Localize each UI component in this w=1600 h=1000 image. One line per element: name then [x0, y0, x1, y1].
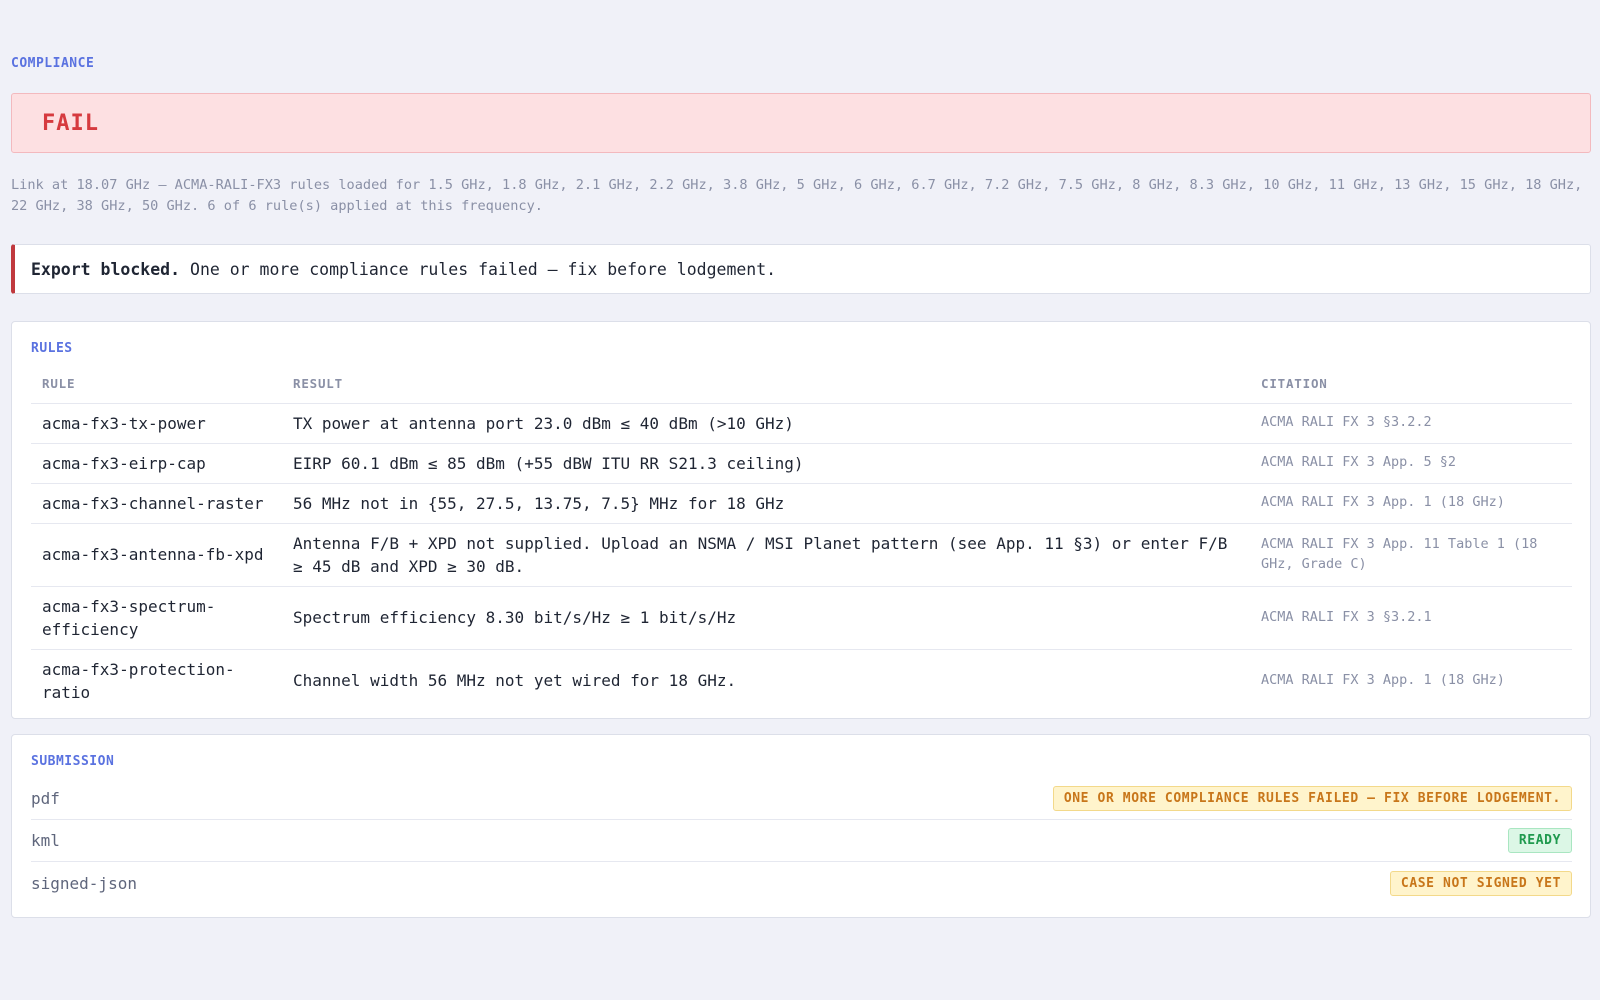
rule-citation: ACMA RALI FX 3 App. 1 (18 GHz) — [1250, 483, 1572, 524]
status-badge: ONE OR MORE COMPLIANCE RULES FAILED — FI… — [1052, 786, 1572, 811]
status-badge: CASE NOT SIGNED YET — [1389, 870, 1572, 896]
table-row: acma-fx3-channel-raster 56 MHz not in {5… — [31, 483, 1572, 524]
rule-result: 56 MHz not in {55, 27.5, 13.75, 7.5} MHz… — [282, 483, 1250, 524]
rule-result: EIRP 60.1 dBm ≤ 85 dBm (+55 dBW ITU RR S… — [282, 443, 1250, 484]
rule-citation: ACMA RALI FX 3 App. 1 (18 GHz) — [1261, 671, 1505, 688]
column-header-result: RESULT — [282, 365, 1250, 404]
submission-item-name: kml — [31, 831, 60, 850]
compliance-section-title: COMPLIANCE — [11, 56, 95, 71]
rule-id: acma-fx3-eirp-cap — [31, 443, 282, 484]
table-row: acma-fx3-eirp-cap EIRP 60.1 dBm ≤ 85 dBm… — [31, 443, 1572, 484]
compliance-summary: Link at 18.07 GHz — ACMA-RALI-FX3 rules … — [11, 177, 1583, 214]
compliance-status-banner: FAIL — [11, 93, 1591, 153]
export-blocked-strong: Export blocked. — [31, 259, 181, 279]
table-row: acma-fx3-protection-ratio Channel width … — [31, 649, 1572, 712]
column-header-citation: CITATION — [1250, 365, 1572, 404]
compliance-status-text: FAIL — [42, 110, 99, 136]
column-header-rule: RULE — [31, 365, 282, 404]
submission-item-kml: kml READY — [31, 820, 1572, 862]
rule-citation: ACMA RALI FX 3 §3.2.2 — [1250, 403, 1572, 444]
submission-item-name: signed-json — [31, 873, 137, 893]
submission-card: SUBMISSION pdf ONE OR MORE COMPLIANCE RU… — [11, 734, 1591, 918]
rule-citation: ACMA RALI FX 3 §3.2.1 — [1250, 586, 1572, 650]
rule-id: acma-fx3-protection-ratio — [42, 659, 235, 702]
submission-item-signed-json: signed-json CASE NOT SIGNED YET — [31, 862, 1572, 904]
rules-card: RULES RULE RESULT CITATION acma-fx3-tx-p… — [11, 321, 1591, 719]
rule-result: Channel width 56 MHz not yet wired for 1… — [293, 671, 737, 690]
submission-item-pdf: pdf ONE OR MORE COMPLIANCE RULES FAILED … — [31, 778, 1572, 820]
rule-id: acma-fx3-antenna-fb-xpd — [31, 523, 282, 587]
rules-table: RULE RESULT CITATION acma-fx3-tx-power T… — [31, 365, 1572, 712]
rule-result: TX power at antenna port 23.0 dBm ≤ 40 d… — [282, 403, 1250, 444]
rules-section-title: RULES — [31, 341, 73, 356]
rule-result: Spectrum efficiency 8.30 bit/s/Hz ≥ 1 bi… — [282, 586, 1250, 650]
rules-header-row: RULE RESULT CITATION — [31, 365, 1572, 404]
status-badge: READY — [1507, 828, 1572, 853]
rule-citation: ACMA RALI FX 3 App. 11 Table 1 (18 GHz, … — [1250, 523, 1572, 587]
export-blocked-alert: Export blocked. One or more compliance r… — [11, 244, 1591, 294]
submission-list: pdf ONE OR MORE COMPLIANCE RULES FAILED … — [31, 778, 1572, 904]
submission-section-title: SUBMISSION — [31, 754, 115, 769]
submission-item-name: pdf — [31, 789, 60, 808]
rule-id: acma-fx3-channel-raster — [31, 483, 282, 524]
table-row: acma-fx3-tx-power TX power at antenna po… — [31, 403, 1572, 444]
rule-result: Antenna F/B + XPD not supplied. Upload a… — [282, 523, 1250, 587]
table-row: acma-fx3-antenna-fb-xpd Antenna F/B + XP… — [31, 523, 1572, 587]
rule-id: acma-fx3-tx-power — [31, 403, 282, 444]
rule-citation: ACMA RALI FX 3 App. 5 §2 — [1250, 443, 1572, 484]
table-row: acma-fx3-spectrum-efficiency Spectrum ef… — [31, 586, 1572, 650]
rule-id: acma-fx3-spectrum-efficiency — [31, 586, 282, 650]
export-blocked-message: One or more compliance rules failed — fi… — [190, 259, 777, 279]
